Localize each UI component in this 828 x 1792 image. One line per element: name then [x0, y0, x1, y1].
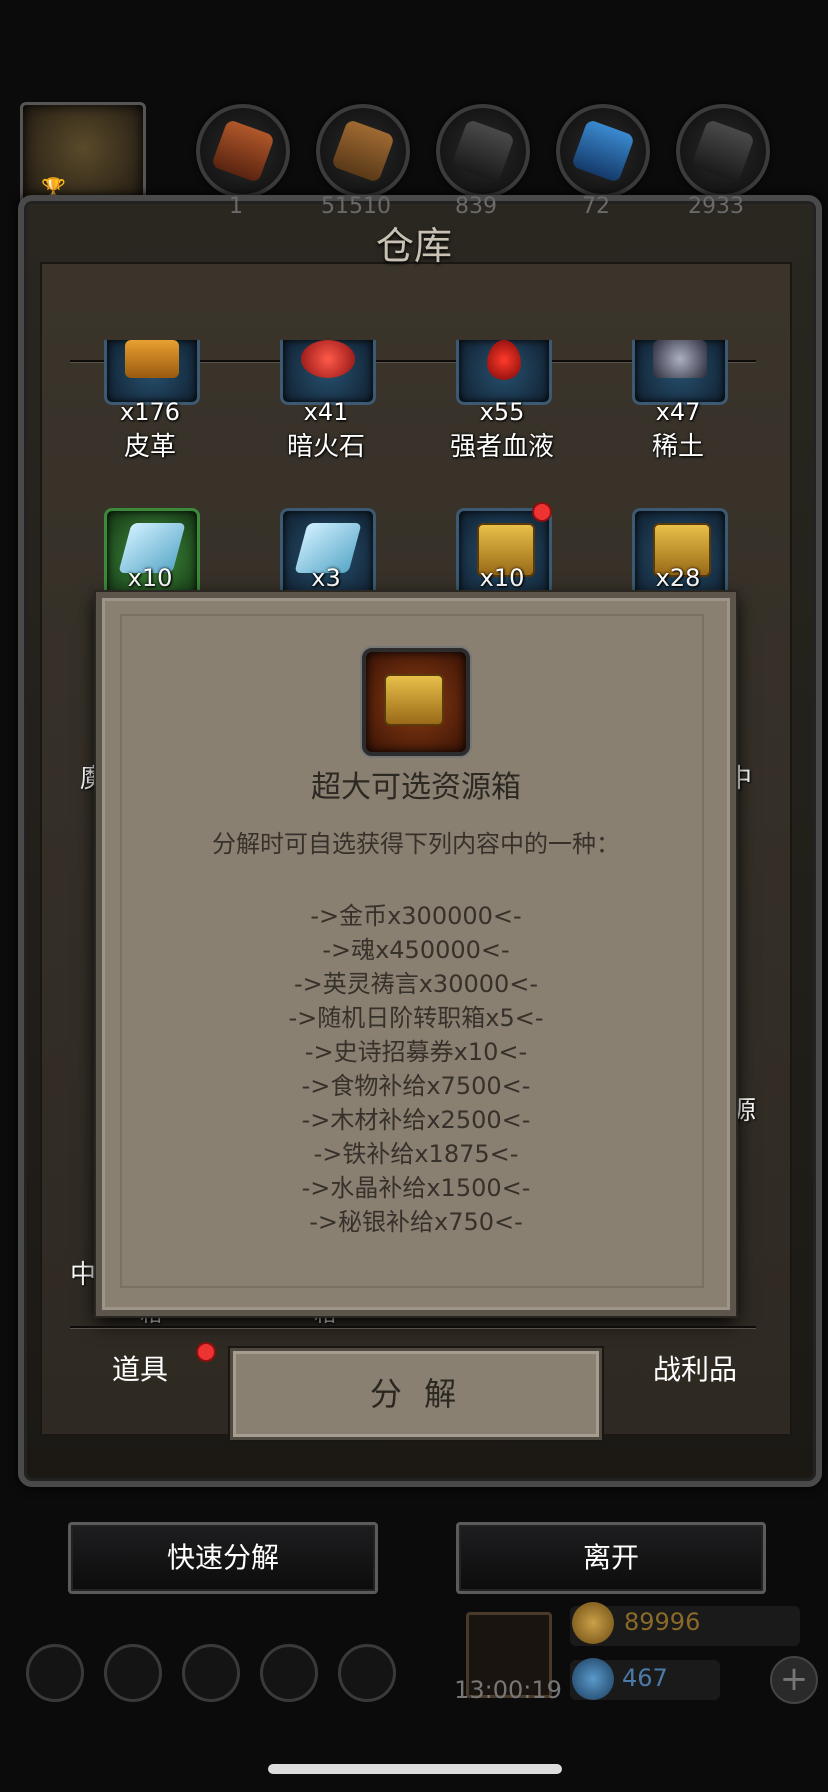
resource-count: 1 [229, 194, 243, 219]
popup-option: ->食物补给x7500<- [301, 1072, 531, 1100]
notification-badge [196, 1342, 216, 1362]
item-name: 皮革 [123, 432, 176, 462]
blood-drop-icon [487, 340, 521, 380]
gold-amount: 89996 [624, 1608, 701, 1636]
resource-count: 2933 [688, 194, 744, 219]
popup-option: ->史诗招募券x10<- [304, 1038, 528, 1066]
inventory-slot-leather[interactable] [104, 340, 200, 405]
item-count: x28 [655, 564, 701, 592]
popup-title: 超大可选资源箱 [311, 770, 521, 805]
popup-item-icon [362, 648, 470, 756]
wood-icon [330, 118, 396, 184]
item-count: x10 [127, 564, 173, 592]
resource-crystal[interactable] [556, 104, 650, 198]
inventory-slot-dark-fire-stone[interactable] [280, 340, 376, 405]
handshake-icon[interactable] [338, 1644, 396, 1702]
resource-mithril[interactable] [676, 104, 770, 198]
item-name: 强者血液 [449, 432, 554, 462]
leather-icon [125, 340, 179, 378]
mail-icon[interactable] [260, 1644, 318, 1702]
item-count: x41 [303, 398, 349, 426]
divider [70, 1326, 756, 1329]
settings-icon[interactable] [26, 1644, 84, 1702]
popup-option: ->魂x450000<- [322, 936, 510, 964]
home-indicator [268, 1764, 562, 1774]
resource-wood[interactable] [316, 104, 410, 198]
item-count: x3 [311, 564, 341, 592]
popup-option: ->金币x300000<- [310, 902, 522, 930]
gold-coin-icon [572, 1602, 614, 1644]
new-item-badge [532, 502, 552, 522]
popup-option: ->英灵祷言x30000<- [293, 970, 539, 998]
gem-amount: 467 [622, 1664, 668, 1692]
popup-option: ->水晶补给x1500<- [301, 1174, 531, 1202]
add-currency-button[interactable]: + [770, 1656, 818, 1704]
inventory-slot-rare-earth[interactable] [632, 340, 728, 405]
item-count: x10 [479, 564, 525, 592]
tab-items[interactable]: 道具 [70, 1340, 210, 1400]
inventory-slot-blood[interactable] [456, 340, 552, 405]
leather-icon [210, 118, 276, 184]
gift-timer: 13:00:19 [454, 1676, 562, 1704]
resource-iron[interactable] [436, 104, 530, 198]
item-name-fragment: 中 [70, 1260, 97, 1290]
iron-icon [450, 118, 516, 184]
item-count: x55 [479, 398, 525, 426]
popup-description: 分解时可自选获得下列内容中的一种： [212, 830, 620, 858]
resource-count: 72 [582, 194, 610, 219]
decompose-button[interactable]: 分 解 [230, 1348, 602, 1440]
leave-button[interactable]: 离开 [456, 1522, 766, 1594]
crystal-icon [570, 118, 636, 184]
item-count: x47 [655, 398, 701, 426]
mithril-icon [690, 118, 756, 184]
chest-icon [384, 674, 444, 726]
title-plate: 仓库 [310, 205, 518, 275]
window-title: 仓库 [375, 224, 452, 268]
resource-leather[interactable] [196, 104, 290, 198]
item-count: x176 [119, 398, 180, 426]
dark-fire-stone-icon [301, 340, 355, 378]
item-name: 稀土 [651, 432, 704, 462]
ranking-icon[interactable] [182, 1644, 240, 1702]
tab-trophies[interactable]: 战利品 [615, 1340, 775, 1400]
item-name: 暗火石 [286, 432, 365, 462]
rare-earth-icon [653, 340, 707, 378]
popup-option: ->秘银补给x750<- [309, 1208, 523, 1236]
quick-decompose-button[interactable]: 快速分解 [68, 1522, 378, 1594]
gem-icon [572, 1658, 614, 1700]
popup-option: ->铁补给x1875<- [313, 1140, 519, 1168]
popup-option: ->木材补给x2500<- [301, 1106, 531, 1134]
popup-option: ->随机日阶转职箱x5<- [288, 1004, 544, 1032]
guild-icon[interactable] [104, 1644, 162, 1702]
